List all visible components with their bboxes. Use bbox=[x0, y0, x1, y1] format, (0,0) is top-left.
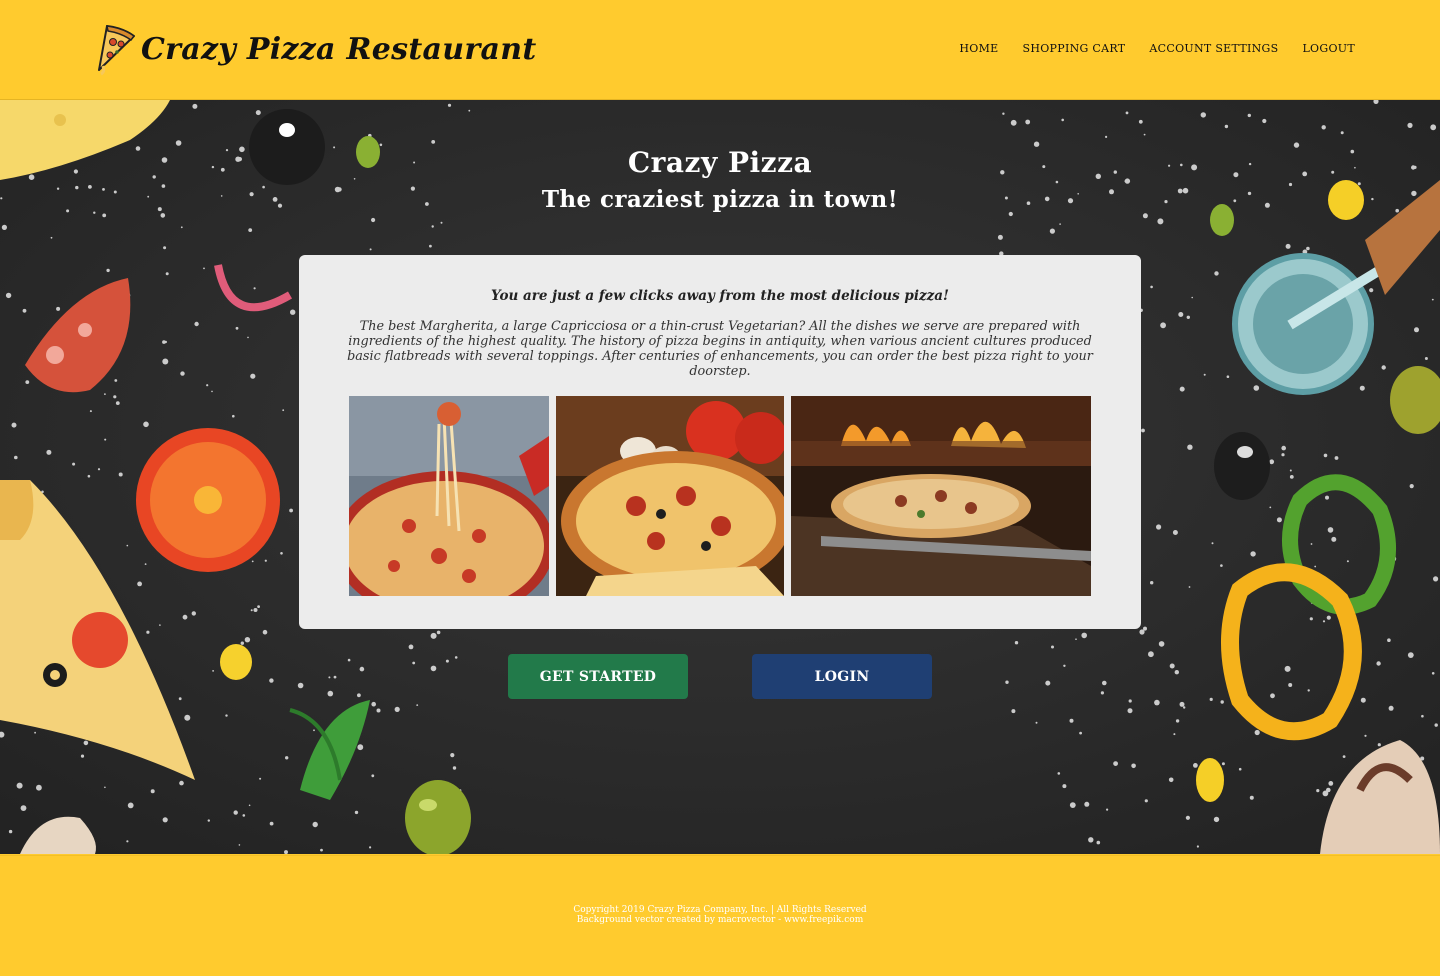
hero-title: Crazy Pizza bbox=[627, 146, 813, 179]
skillet-pizza-photo bbox=[349, 396, 549, 596]
pizza-slice-logo-icon bbox=[98, 25, 136, 76]
copyright-text: Copyright 2019 Crazy Pizza Company, Inc.… bbox=[573, 905, 867, 915]
site-footer: Copyright 2019 Crazy Pizza Company, Inc.… bbox=[0, 855, 1440, 976]
card-lead-text: You are just a few clicks away from the … bbox=[491, 288, 949, 304]
nav-logout[interactable]: LOGOUT bbox=[1302, 42, 1355, 55]
intro-card: You are just a few clicks away from the … bbox=[299, 255, 1141, 629]
pepperoni-pizza-photo bbox=[556, 396, 784, 596]
login-button[interactable]: LOGIN bbox=[752, 654, 932, 699]
nav-account-settings[interactable]: ACCOUNT SETTINGS bbox=[1149, 42, 1278, 55]
wood-oven-pizza-photo bbox=[791, 396, 1091, 596]
hero-subtitle: The craziest pizza in town! bbox=[541, 186, 899, 213]
site-header: Crazy Pizza Restaurant HOME SHOPPING CAR… bbox=[0, 0, 1440, 100]
brand[interactable]: Crazy Pizza Restaurant bbox=[93, 22, 536, 76]
hero-section: Crazy Pizza The craziest pizza in town! … bbox=[0, 100, 1440, 854]
card-body-text: The best Margherita, a large Capricciosa… bbox=[347, 319, 1093, 379]
get-started-button[interactable]: GET STARTED bbox=[508, 654, 688, 699]
nav-shopping-cart[interactable]: SHOPPING CART bbox=[1023, 42, 1126, 55]
brand-title: Crazy Pizza Restaurant bbox=[141, 31, 537, 67]
nav-home[interactable]: HOME bbox=[959, 42, 998, 55]
main-nav: HOME SHOPPING CART ACCOUNT SETTINGS LOGO… bbox=[959, 42, 1355, 55]
background-credit-text: Background vector created by macrovector… bbox=[576, 915, 864, 925]
